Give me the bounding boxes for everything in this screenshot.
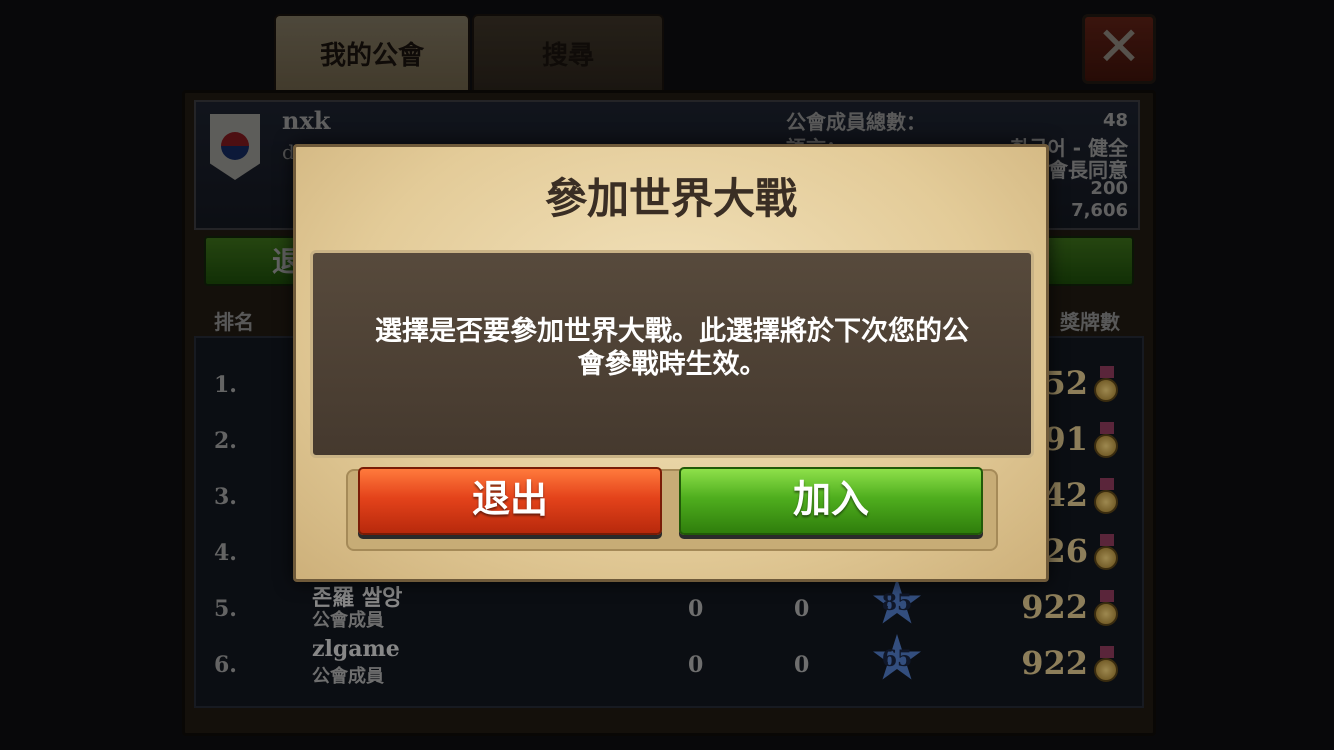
dialog-message-box: 選擇是否要參加世界大戰。此選擇將於下次您的公 會參戰時生效。 (310, 250, 1034, 458)
join-world-war-dialog: 參加世界大戰 選擇是否要參加世界大戰。此選擇將於下次您的公 會參戰時生效。 退出… (293, 144, 1049, 582)
dialog-title: 參加世界大戰 (544, 174, 797, 223)
exit-button[interactable]: 退出 (358, 467, 662, 535)
join-button[interactable]: 加入 (679, 467, 983, 535)
dialog-message: 選擇是否要參加世界大戰。此選擇將於下次您的公 會參戰時生效。 (375, 316, 969, 380)
